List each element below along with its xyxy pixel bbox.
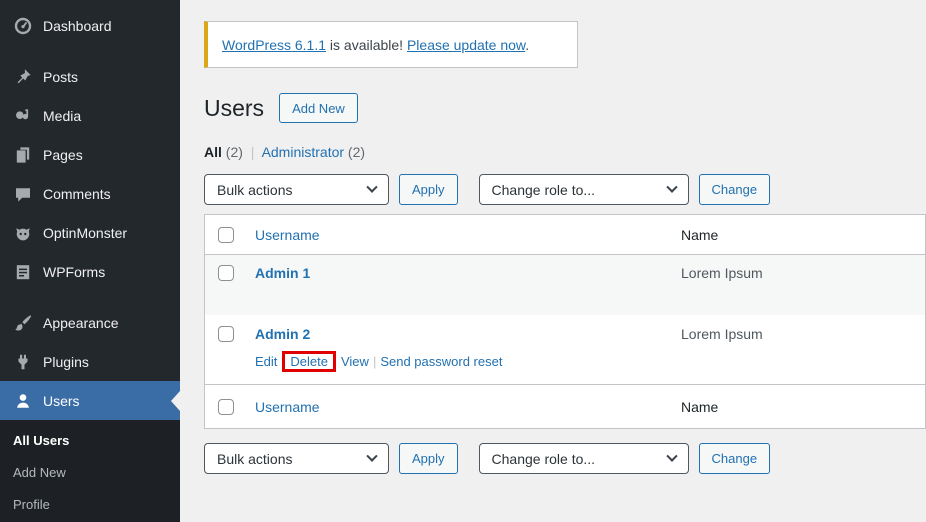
pushpin-icon bbox=[13, 67, 33, 87]
apply-button[interactable]: Apply bbox=[399, 174, 458, 205]
sidebar-item-label: Dashboard bbox=[43, 18, 112, 34]
brush-icon bbox=[13, 313, 33, 333]
sidebar-item-users[interactable]: Users bbox=[0, 381, 180, 420]
sidebar-item-label: Plugins bbox=[43, 354, 89, 370]
comment-icon bbox=[13, 184, 33, 204]
chevron-down-icon bbox=[366, 450, 377, 461]
form-icon bbox=[13, 262, 33, 282]
update-now-link[interactable]: Please update now bbox=[407, 37, 525, 53]
wordpress-version-link[interactable]: WordPress 6.1.1 bbox=[222, 37, 326, 53]
pages-icon bbox=[13, 145, 33, 165]
column-header-username[interactable]: Username bbox=[255, 227, 681, 243]
name-cell: Lorem Ipsum bbox=[681, 265, 925, 281]
change-button[interactable]: Change bbox=[699, 174, 771, 205]
filter-administrator[interactable]: Administrator bbox=[262, 144, 344, 160]
sidebar-item-label: OptinMonster bbox=[43, 225, 127, 241]
sidebar-item-label: Comments bbox=[43, 186, 111, 202]
select-all-checkbox[interactable] bbox=[218, 399, 234, 415]
change-button[interactable]: Change bbox=[699, 443, 771, 474]
bulk-actions-select[interactable]: Bulk actions bbox=[204, 174, 389, 205]
sidebar-item-label: Users bbox=[43, 393, 80, 409]
add-new-button[interactable]: Add New bbox=[279, 93, 358, 123]
column-footer-username[interactable]: Username bbox=[255, 399, 681, 415]
sidebar-item-label: Pages bbox=[43, 147, 83, 163]
bulk-actions-select[interactable]: Bulk actions bbox=[204, 443, 389, 474]
sidebar-item-wpforms[interactable]: WPForms bbox=[0, 252, 180, 291]
delete-annotation-box: Delete bbox=[282, 351, 336, 372]
send-password-reset-link[interactable]: Send password reset bbox=[380, 354, 502, 369]
apply-button[interactable]: Apply bbox=[399, 443, 458, 474]
view-link[interactable]: View bbox=[341, 354, 369, 369]
table-row-admin2: Admin 2 Edit Delete View | Send password… bbox=[205, 315, 925, 384]
edit-link[interactable]: Edit bbox=[255, 354, 277, 369]
sidebar-item-media[interactable]: Media bbox=[0, 96, 180, 135]
sidebar-item-pages[interactable]: Pages bbox=[0, 135, 180, 174]
name-cell: Lorem Ipsum bbox=[681, 326, 925, 342]
select-row-checkbox[interactable] bbox=[218, 265, 234, 281]
delete-link[interactable]: Delete bbox=[290, 354, 328, 369]
update-notice: WordPress 6.1.1 is available! Please upd… bbox=[204, 21, 578, 68]
user-role-filters: All (2) | Administrator (2) bbox=[204, 144, 926, 161]
current-menu-arrow bbox=[171, 391, 180, 411]
admin-sidebar: Dashboard Posts Media Pages Comments Opt… bbox=[0, 0, 180, 522]
sidebar-item-comments[interactable]: Comments bbox=[0, 174, 180, 213]
bulk-controls-bottom: Bulk actions Apply Change role to... Cha… bbox=[204, 443, 926, 474]
filter-all[interactable]: All bbox=[204, 144, 222, 160]
users-submenu: All Users Add New Profile bbox=[0, 420, 180, 522]
sidebar-item-label: WPForms bbox=[43, 264, 105, 280]
table-header-row: Username Name bbox=[205, 215, 925, 255]
update-notice-text: WordPress 6.1.1 is available! Please upd… bbox=[222, 37, 529, 53]
chevron-down-icon bbox=[366, 181, 377, 192]
page-title: Users bbox=[204, 95, 264, 122]
username-cell: Admin 2 Edit Delete View | Send password… bbox=[255, 326, 681, 372]
sidebar-item-appearance[interactable]: Appearance bbox=[0, 303, 180, 342]
sidebar-item-optinmonster[interactable]: OptinMonster bbox=[0, 213, 180, 252]
select-all-checkbox[interactable] bbox=[218, 227, 234, 243]
main-content: WordPress 6.1.1 is available! Please upd… bbox=[204, 0, 926, 522]
bulk-controls-top: Bulk actions Apply Change role to... Cha… bbox=[204, 174, 926, 205]
sidebar-item-label: Media bbox=[43, 108, 81, 124]
sidebar-item-label: Posts bbox=[43, 69, 78, 85]
column-header-name: Name bbox=[681, 227, 925, 243]
change-role-select[interactable]: Change role to... bbox=[479, 443, 689, 474]
sidebar-item-plugins[interactable]: Plugins bbox=[0, 342, 180, 381]
column-footer-name: Name bbox=[681, 399, 925, 415]
table-footer-row: Username Name bbox=[205, 384, 925, 428]
submenu-item-all-users[interactable]: All Users bbox=[0, 424, 180, 456]
username-link[interactable]: Admin 1 bbox=[255, 265, 681, 281]
sidebar-item-label: Appearance bbox=[43, 315, 119, 331]
row-actions: Edit Delete View | Send password reset bbox=[255, 351, 681, 372]
plug-icon bbox=[13, 352, 33, 372]
table-row-admin1: Admin 1 Lorem Ipsum bbox=[205, 255, 925, 315]
username-link[interactable]: Admin 2 bbox=[255, 326, 310, 342]
sidebar-item-posts[interactable]: Posts bbox=[0, 57, 180, 96]
select-row-checkbox[interactable] bbox=[218, 326, 234, 342]
monster-icon bbox=[13, 223, 33, 243]
page-header: Users Add New bbox=[204, 93, 926, 123]
media-icon bbox=[13, 106, 33, 126]
dashboard-icon bbox=[13, 16, 33, 36]
users-table: Username Name Admin 1 Lorem Ipsum Admin … bbox=[204, 214, 926, 429]
sidebar-item-dashboard[interactable]: Dashboard bbox=[0, 6, 180, 45]
users-icon bbox=[13, 391, 33, 411]
submenu-item-add-new[interactable]: Add New bbox=[0, 456, 180, 488]
submenu-item-profile[interactable]: Profile bbox=[0, 488, 180, 520]
chevron-down-icon bbox=[666, 450, 677, 461]
change-role-select[interactable]: Change role to... bbox=[479, 174, 689, 205]
chevron-down-icon bbox=[666, 181, 677, 192]
